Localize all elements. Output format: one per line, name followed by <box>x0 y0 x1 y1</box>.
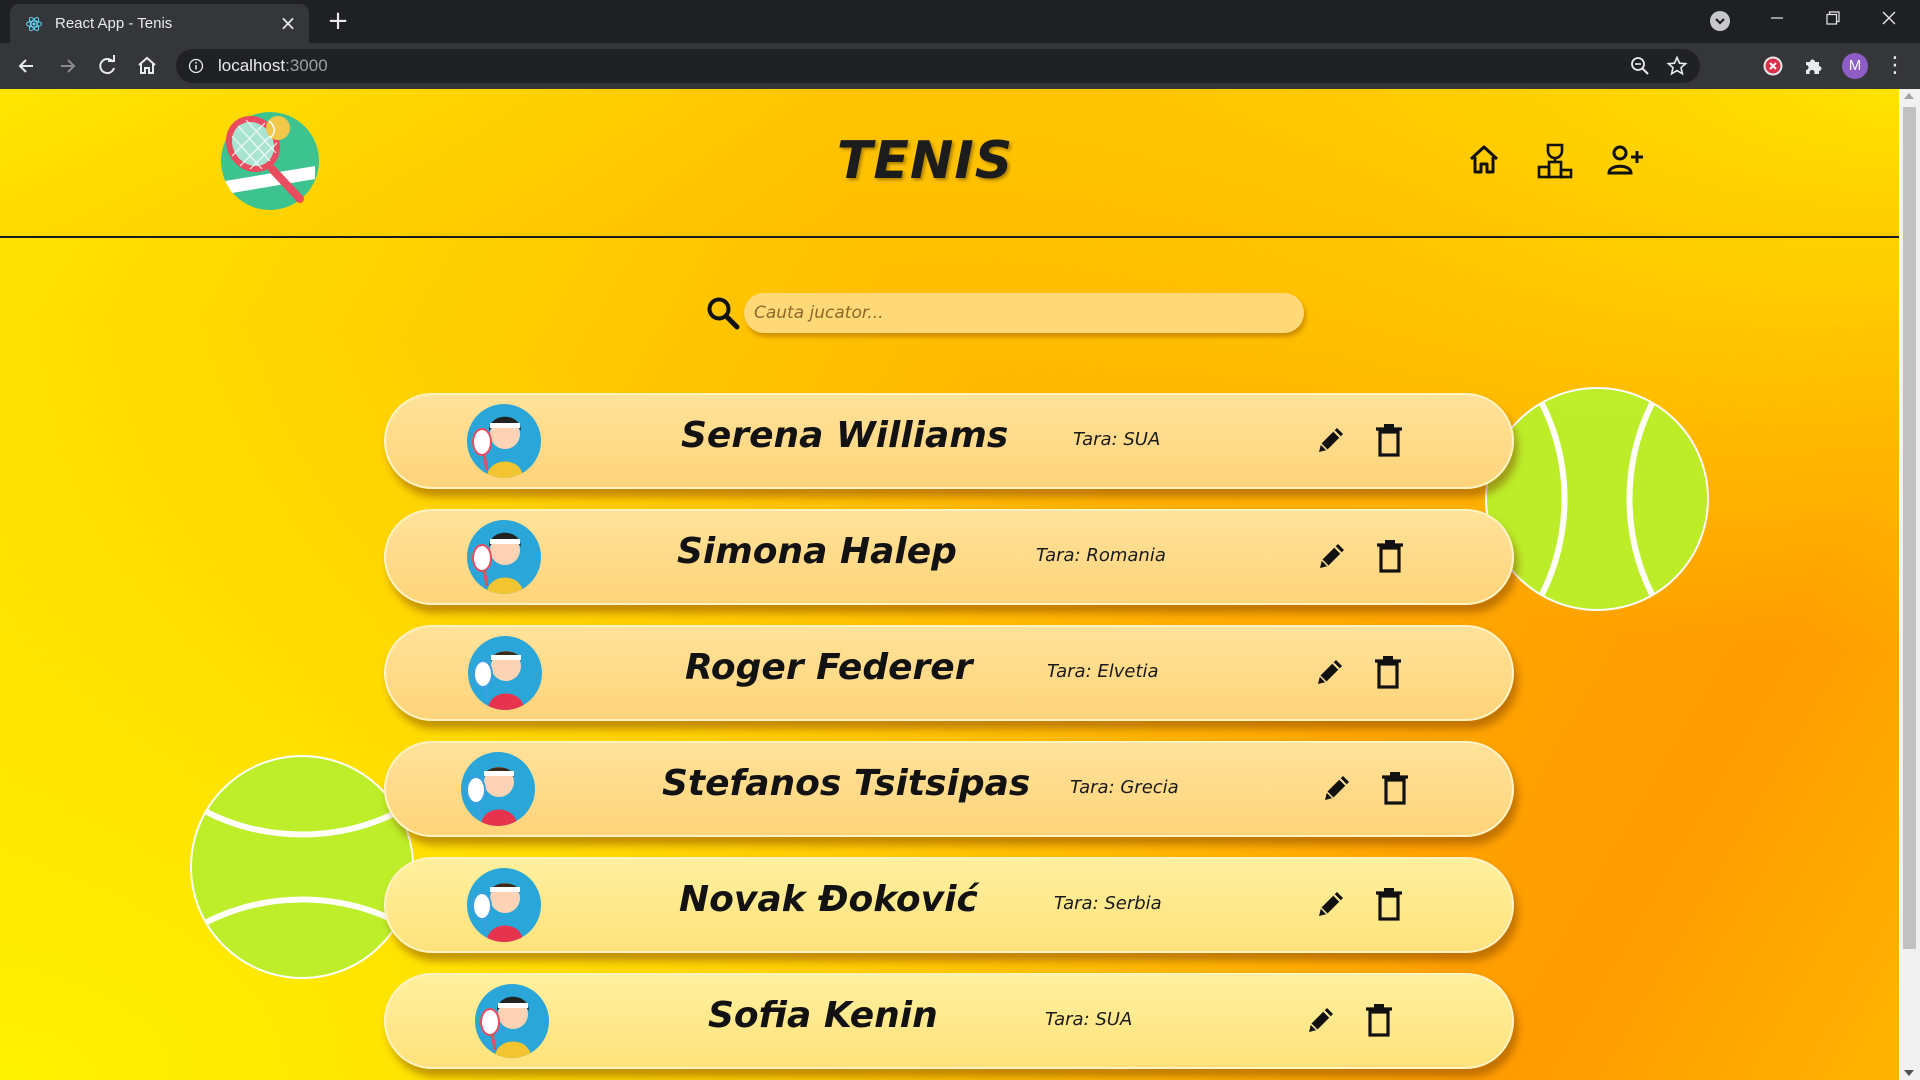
player-card[interactable]: Stefanos Tsitsipas Tara: Grecia <box>384 741 1514 837</box>
player-name: Simona Halep <box>677 531 957 572</box>
edit-icon[interactable] <box>1320 771 1354 805</box>
delete-icon[interactable] <box>1375 539 1405 573</box>
player-card[interactable]: Roger Federer Tara: Elvetia <box>384 625 1514 721</box>
scroll-down-arrow[interactable] <box>1904 1070 1914 1076</box>
edit-icon[interactable] <box>1315 539 1349 573</box>
player-country: Tara: Serbia <box>1054 893 1162 914</box>
react-icon <box>26 16 42 32</box>
delete-icon[interactable] <box>1380 771 1410 805</box>
address-bar[interactable]: localhost:3000 <box>176 49 1700 83</box>
player-avatar <box>467 520 541 594</box>
player-avatar <box>467 868 541 942</box>
player-name: Sofia Kenin <box>708 995 938 1036</box>
profile-avatar[interactable]: M <box>1842 53 1868 79</box>
back-icon[interactable] <box>13 52 41 80</box>
scroll-thumb[interactable] <box>1903 107 1916 949</box>
player-card[interactable]: Sofia Kenin Tara: SUA <box>384 973 1514 1069</box>
player-name: Novak Đoković <box>679 879 978 920</box>
page-scrollbar[interactable] <box>1899 89 1920 1080</box>
restore-button[interactable] <box>1805 0 1861 40</box>
player-search-input[interactable] <box>744 293 1304 333</box>
scroll-up-arrow[interactable] <box>1904 93 1914 99</box>
new-tab-button[interactable]: + <box>326 8 350 34</box>
edit-icon[interactable] <box>1314 887 1348 921</box>
extensions-puzzle-icon[interactable] <box>1802 55 1824 77</box>
add-user-icon[interactable] <box>1606 142 1644 178</box>
player-card[interactable]: Novak Đoković Tara: Serbia <box>384 857 1514 953</box>
browser-toolbar: localhost:3000 M ⋮ <box>0 43 1920 89</box>
reload-icon[interactable] <box>93 52 121 80</box>
home-icon[interactable] <box>1466 142 1502 178</box>
tab-close-icon[interactable]: × <box>277 12 299 34</box>
bookmark-star-icon[interactable] <box>1666 55 1688 77</box>
app-header: TENIS <box>0 89 1899 238</box>
player-card[interactable]: Simona Halep Tara: Romania <box>384 509 1514 605</box>
app-page: TENIS Serena Williams Tara: SUA <box>0 89 1899 1080</box>
player-country: Tara: Grecia <box>1070 777 1179 798</box>
tab-search-icon[interactable] <box>1710 11 1730 31</box>
edit-icon[interactable] <box>1304 1003 1338 1037</box>
player-avatar <box>461 752 535 826</box>
browser-tab-bar: React App - Tenis × + <box>0 0 1920 43</box>
browser-tab[interactable]: React App - Tenis × <box>10 4 309 43</box>
home-browser-icon[interactable] <box>133 52 161 80</box>
zoom-icon[interactable] <box>1630 56 1650 76</box>
forward-icon[interactable] <box>53 52 81 80</box>
delete-icon[interactable] <box>1373 655 1403 689</box>
delete-icon[interactable] <box>1364 1003 1394 1037</box>
player-avatar <box>468 636 542 710</box>
delete-icon[interactable] <box>1374 423 1404 457</box>
edit-icon[interactable] <box>1314 423 1348 457</box>
player-card[interactable]: Serena Williams Tara: SUA <box>384 393 1514 489</box>
player-country: Tara: Elvetia <box>1047 661 1159 682</box>
tennis-ball-decoration-left <box>190 755 414 979</box>
player-name: Serena Williams <box>681 415 1009 456</box>
site-info-icon[interactable] <box>188 58 204 74</box>
player-name: Stefanos Tsitsipas <box>662 763 1031 804</box>
minimize-button[interactable] <box>1749 0 1805 40</box>
url-text: localhost:3000 <box>218 56 328 75</box>
browser-menu-icon[interactable]: ⋮ <box>1882 53 1908 79</box>
search-icon <box>707 297 740 330</box>
tab-title: React App - Tenis <box>55 15 173 32</box>
player-avatar <box>475 984 549 1058</box>
blocker-extension-icon[interactable] <box>1762 55 1784 77</box>
player-country: Tara: SUA <box>1045 1009 1133 1030</box>
edit-icon[interactable] <box>1313 655 1347 689</box>
player-name: Roger Federer <box>685 647 973 688</box>
delete-icon[interactable] <box>1374 887 1404 921</box>
player-country: Tara: Romania <box>1036 545 1166 566</box>
tennis-ball-decoration-right <box>1485 387 1709 611</box>
player-country: Tara: SUA <box>1073 429 1161 450</box>
close-window-button[interactable] <box>1861 0 1917 40</box>
player-avatar <box>467 404 541 478</box>
podium-icon[interactable] <box>1536 142 1574 180</box>
